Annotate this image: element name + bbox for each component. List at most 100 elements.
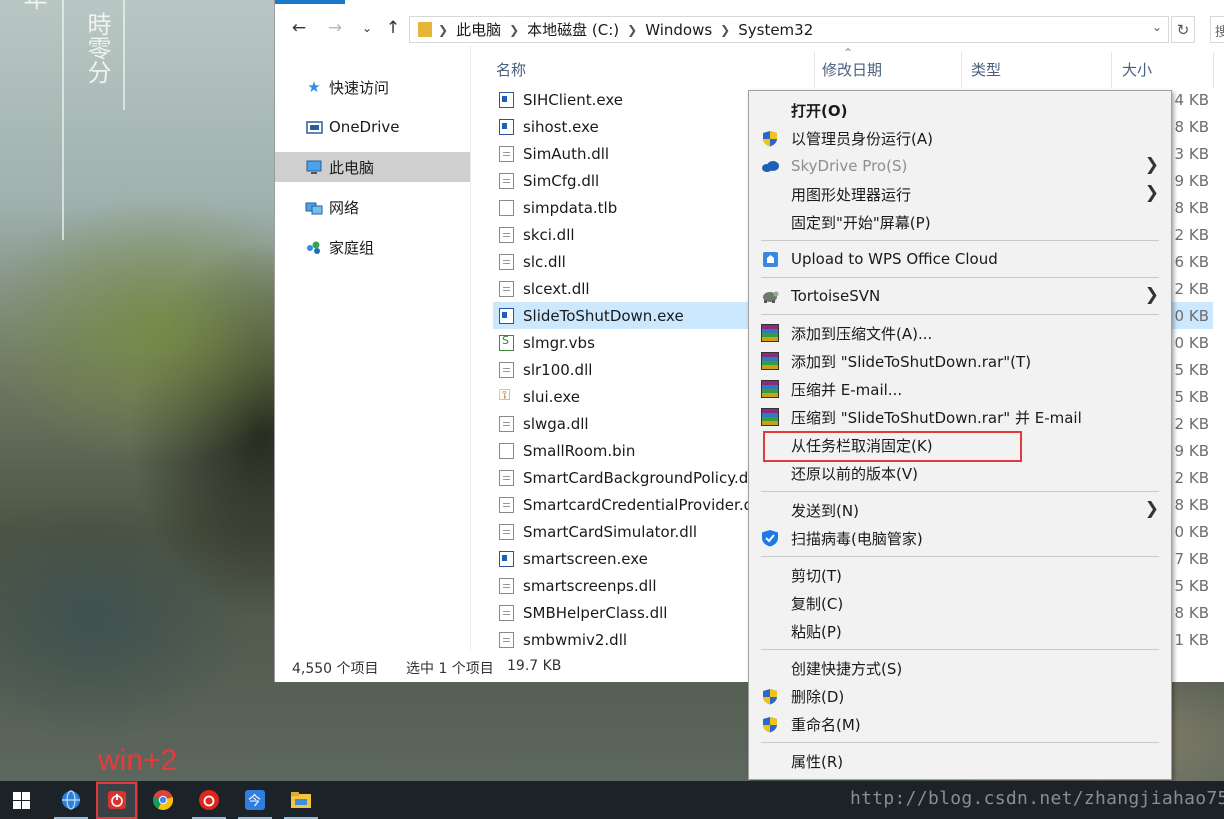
nav-item-quick-access[interactable]: ★ 快速访问 <box>275 72 471 102</box>
breadcrumb-system32[interactable]: System32 <box>738 21 813 39</box>
column-header-size[interactable]: 大小 <box>1122 59 1152 80</box>
menu-separator <box>761 240 1159 241</box>
file-name: slr100.dll <box>523 360 593 379</box>
submenu-arrow-icon: ❯ <box>1144 285 1159 305</box>
file-name: slui.exe <box>523 387 581 406</box>
column-divider[interactable] <box>1111 52 1112 88</box>
address-bar[interactable]: ❯ 此电脑 ❯ 本地磁盘 (C:) ❯ Windows ❯ System32 ⌄ <box>409 16 1169 43</box>
breadcrumb-separator-icon[interactable]: ❯ <box>720 23 730 37</box>
menu-separator <box>761 277 1159 278</box>
menu-item[interactable]: 压缩到 "SlideToShutDown.rar" 并 E-mail <box>749 403 1171 431</box>
selected-size: 19.7 KB <box>507 658 562 674</box>
ribbon-accent <box>275 0 345 4</box>
menu-item[interactable]: TortoiseSVN ❯ <box>749 282 1171 310</box>
menu-item-label: 剪切(T) <box>791 566 842 585</box>
menu-item[interactable]: 粘贴(P) <box>749 617 1171 645</box>
menu-item[interactable]: 打开(O) <box>749 96 1171 124</box>
menu-item[interactable]: 复制(C) <box>749 589 1171 617</box>
dll-file-icon <box>499 253 514 270</box>
menu-item[interactable]: 固定到"开始"屏幕(P) <box>749 208 1171 236</box>
breadcrumb-windows[interactable]: Windows <box>645 21 712 39</box>
nav-item-network[interactable]: 网络 <box>275 192 471 222</box>
menu-item[interactable]: 删除(D) <box>749 682 1171 710</box>
menu-item[interactable]: 添加到压缩文件(A)... <box>749 319 1171 347</box>
menu-item[interactable]: 创建快捷方式(S) <box>749 654 1171 682</box>
column-headers: ⌃ 名称 修改日期 类型 大小 <box>471 46 1224 88</box>
menu-item-label: 删除(D) <box>791 687 845 706</box>
submenu-arrow-icon: ❯ <box>1144 499 1159 519</box>
wallpaper-line <box>123 0 125 110</box>
menu-item[interactable]: 压缩并 E-mail... <box>749 375 1171 403</box>
column-divider[interactable] <box>1213 52 1214 88</box>
menu-item[interactable]: 以管理员身份运行(A) <box>749 124 1171 152</box>
column-header-type[interactable]: 类型 <box>971 59 1001 80</box>
dll-file-icon <box>499 604 514 621</box>
menu-item[interactable]: 扫描病毒(电脑管家) <box>749 524 1171 552</box>
file-name: smartscreenps.dll <box>523 576 657 595</box>
dll-file-icon <box>499 361 514 378</box>
nav-item-label: 此电脑 <box>329 158 375 177</box>
menu-item-label: 重命名(M) <box>791 715 861 734</box>
dll-file-icon <box>499 172 514 189</box>
dll-file-icon <box>499 226 514 243</box>
start-button[interactable] <box>0 781 42 819</box>
menu-separator <box>761 491 1159 492</box>
file-name: skci.dll <box>523 225 575 244</box>
breadcrumb-separator-icon[interactable]: ❯ <box>509 23 519 37</box>
file-name: SIHClient.exe <box>523 90 624 109</box>
selected-count: 选中 1 个项目 <box>406 661 494 677</box>
nav-item-label: 家庭组 <box>329 238 375 257</box>
onedrive-icon <box>305 119 323 135</box>
back-arrow-icon[interactable]: ← <box>287 16 311 40</box>
exe-file-icon <box>499 118 514 135</box>
wallpaper-text: 年 <box>16 0 50 10</box>
menu-item-label: 还原以前的版本(V) <box>791 464 918 483</box>
menu-item-label: 添加到 "SlideToShutDown.rar"(T) <box>791 352 1032 371</box>
forward-arrow-icon[interactable]: → <box>323 16 347 40</box>
menu-item[interactable]: 用图形处理器运行 ❯ <box>749 180 1171 208</box>
column-divider[interactable] <box>814 52 815 88</box>
netease-music-button[interactable] <box>188 781 230 819</box>
shortcut-annotation: win+2 <box>98 744 178 777</box>
file-name: sihost.exe <box>523 117 599 136</box>
menu-item[interactable]: 剪切(T) <box>749 561 1171 589</box>
file-name: SimAuth.dll <box>523 144 610 163</box>
menu-item[interactable]: 重命名(M) <box>749 710 1171 738</box>
search-input[interactable]: 搜 <box>1210 16 1224 43</box>
nav-item-onedrive[interactable]: OneDrive <box>275 112 471 142</box>
breadcrumb-local-disk[interactable]: 本地磁盘 (C:) <box>527 19 619 40</box>
file-explorer-button[interactable] <box>280 781 322 819</box>
column-header-date[interactable]: 修改日期 <box>822 59 882 80</box>
wallpaper-line <box>62 0 64 240</box>
refresh-icon[interactable]: ↻ <box>1171 16 1195 43</box>
column-divider[interactable] <box>961 52 962 88</box>
breadcrumb-this-pc[interactable]: 此电脑 <box>456 19 501 40</box>
menu-item[interactable]: 发送到(N) ❯ <box>749 496 1171 524</box>
address-row: ← → ⌄ ↑ ❯ 此电脑 ❯ 本地磁盘 (C:) ❯ Windows ❯ Sy… <box>275 10 1224 46</box>
breadcrumb-separator-icon[interactable]: ❯ <box>627 23 637 37</box>
uac-shield-icon <box>761 129 779 147</box>
menu-separator <box>761 649 1159 650</box>
menu-item[interactable]: SkyDrive Pro(S) ❯ <box>749 152 1171 180</box>
dll-file-icon <box>499 496 514 513</box>
star-icon: ★ <box>307 78 321 96</box>
nav-item-this-pc[interactable]: 此电脑 <box>275 152 470 182</box>
nav-item-label: 快速访问 <box>329 78 390 97</box>
up-arrow-icon[interactable]: ↑ <box>381 16 405 40</box>
file-name: slc.dll <box>523 252 566 271</box>
script-file-icon <box>499 334 514 351</box>
menu-item[interactable]: 添加到 "SlideToShutDown.rar"(T) <box>749 347 1171 375</box>
menu-item[interactable]: 还原以前的版本(V) <box>749 459 1171 487</box>
nav-item-homegroup[interactable]: 家庭组 <box>275 232 471 262</box>
recent-locations-chevron-icon[interactable]: ⌄ <box>355 16 379 40</box>
menu-item[interactable]: 属性(R) <box>749 747 1171 775</box>
menu-item[interactable]: Upload to WPS Office Cloud <box>749 245 1171 273</box>
chrome-button[interactable] <box>142 781 184 819</box>
address-dropdown-chevron-icon[interactable]: ⌄ <box>1152 20 1162 34</box>
file-icon <box>499 199 514 216</box>
browser-globe-button[interactable] <box>50 781 92 819</box>
column-header-name[interactable]: 名称 <box>496 59 526 80</box>
baidu-translate-button[interactable]: 今 <box>234 781 276 819</box>
dll-file-icon <box>499 523 514 540</box>
chrome-icon <box>152 790 174 810</box>
